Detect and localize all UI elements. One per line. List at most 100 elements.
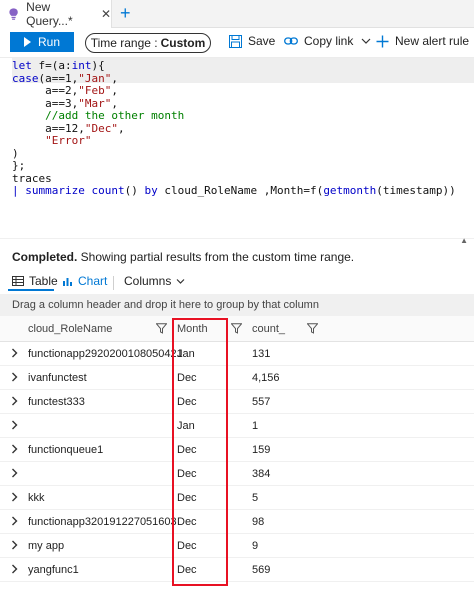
code-line-11: | summarize count() by cloud_RoleName ,M… xyxy=(12,184,456,197)
cell-cloud-rolename: kkk xyxy=(28,492,45,504)
cell-month: Dec xyxy=(177,396,197,408)
run-button[interactable]: Run xyxy=(10,32,74,52)
chevron-down-icon xyxy=(176,278,185,284)
cell-month: Dec xyxy=(177,564,197,576)
cell-count: 5 xyxy=(252,492,259,504)
cell-month: Jan xyxy=(177,348,195,360)
code-line-7: "Error" xyxy=(45,134,92,147)
chevron-right-icon[interactable] xyxy=(11,492,18,502)
cell-month: Dec xyxy=(177,492,197,504)
tab-new-query[interactable]: New Query...* ✕ xyxy=(0,0,112,28)
tab-table[interactable]: Table xyxy=(12,274,58,288)
query-status: Completed. Showing partial results from … xyxy=(12,250,354,264)
query-editor[interactable]: let f=(a:int){ case(a==1,"Jan", a==2,"Fe… xyxy=(0,58,474,228)
tab-label: New Query...* xyxy=(26,0,73,28)
time-range-button[interactable]: Time range : Custom xyxy=(85,33,211,53)
table-row[interactable]: Jan 1 xyxy=(0,414,474,438)
save-icon xyxy=(229,34,242,48)
cell-count: 159 xyxy=(252,444,271,456)
cell-count: 1 xyxy=(252,420,259,432)
cell-cloud-rolename: yangfunc1 xyxy=(28,564,79,576)
table-row[interactable]: my app Dec 9 xyxy=(0,534,474,558)
add-tab-plus-icon[interactable]: + xyxy=(120,4,131,22)
filter-icon[interactable] xyxy=(307,323,318,334)
chevron-right-icon[interactable] xyxy=(11,540,18,550)
column-header-cloud-rolename[interactable]: cloud_RoleName xyxy=(28,316,112,342)
play-icon xyxy=(23,37,31,47)
cell-cloud-rolename: my app xyxy=(28,540,65,552)
table-row[interactable]: yangfunc1 Dec 569 xyxy=(0,558,474,582)
group-by-drop-zone[interactable]: Drag a column header and drop it here to… xyxy=(0,294,474,316)
scroll-up-arrow-icon[interactable]: ▲ xyxy=(460,236,468,245)
cell-month: Dec xyxy=(177,444,197,456)
time-range-value: Custom xyxy=(160,36,206,50)
cell-cloud-rolename: functionapp2920200108050421 xyxy=(28,348,183,360)
cell-month: Dec xyxy=(177,468,197,480)
save-button[interactable]: Save xyxy=(229,34,275,48)
chevron-right-icon[interactable] xyxy=(11,372,18,382)
result-view-tabs: Table Chart Columns xyxy=(0,270,474,294)
link-icon xyxy=(284,37,298,45)
column-header-month[interactable]: Month xyxy=(177,316,208,342)
chevron-right-icon[interactable] xyxy=(11,516,18,526)
table-icon xyxy=(12,276,24,286)
save-label: Save xyxy=(248,34,276,48)
cell-cloud-rolename: functionapp320191227051603 xyxy=(28,516,177,528)
cell-count: 557 xyxy=(252,396,271,408)
copy-link-button[interactable]: Copy link xyxy=(284,34,371,48)
run-label: Run xyxy=(37,35,60,49)
cell-cloud-rolename: functionqueue1 xyxy=(28,444,104,456)
status-bold: Completed. xyxy=(12,250,78,264)
table-row[interactable]: functionapp320191227051603 Dec 98 xyxy=(0,510,474,534)
table-row[interactable]: functest333 Dec 557 xyxy=(0,390,474,414)
table-row[interactable]: functionapp2920200108050421 Jan 131 xyxy=(0,342,474,366)
active-tab-indicator xyxy=(8,289,54,291)
chevron-right-icon[interactable] xyxy=(11,396,18,406)
column-header-count[interactable]: count_ xyxy=(252,316,285,342)
new-alert-rule-button[interactable]: New alert rule xyxy=(376,34,469,48)
status-text: Showing partial results from the custom … xyxy=(77,250,355,264)
table-row[interactable]: ivanfunctest Dec 4,156 xyxy=(0,366,474,390)
close-icon[interactable]: ✕ xyxy=(101,7,111,21)
cell-count: 9 xyxy=(252,540,259,552)
results-divider[interactable] xyxy=(0,238,474,239)
cell-count: 384 xyxy=(252,468,271,480)
chevron-right-icon[interactable] xyxy=(11,468,18,478)
chevron-right-icon[interactable] xyxy=(11,420,18,430)
cell-month: Jan xyxy=(177,420,195,432)
columns-dropdown[interactable]: Columns xyxy=(124,274,185,288)
chevron-right-icon[interactable] xyxy=(11,348,18,358)
table-row[interactable]: functionqueue1 Dec 159 xyxy=(0,438,474,462)
filter-icon[interactable] xyxy=(231,323,242,334)
new-alert-label: New alert rule xyxy=(395,34,470,48)
code-line-9: }; xyxy=(12,159,26,172)
cell-count: 98 xyxy=(252,516,265,528)
results-grid-header: cloud_RoleName Month count_ xyxy=(0,316,474,342)
chart-icon xyxy=(63,277,72,286)
query-toolbar: Run Time range : Custom Save Copy link N… xyxy=(0,28,474,58)
table-row[interactable]: kkk Dec 5 xyxy=(0,486,474,510)
cell-month: Dec xyxy=(177,540,197,552)
columns-label: Columns xyxy=(124,274,172,288)
cell-count: 569 xyxy=(252,564,271,576)
chevron-down-icon[interactable] xyxy=(361,37,371,45)
copy-link-label: Copy link xyxy=(304,34,354,48)
tab-chart-label: Chart xyxy=(78,274,108,288)
view-tabs-divider xyxy=(113,276,114,290)
cell-cloud-rolename: ivanfunctest xyxy=(28,372,87,384)
query-bulb-icon xyxy=(9,8,18,20)
plus-icon xyxy=(376,35,389,47)
query-tab-bar: New Query...* ✕ + xyxy=(0,0,474,28)
tab-chart[interactable]: Chart xyxy=(62,274,107,288)
time-range-label: Time range : xyxy=(90,36,158,50)
table-row[interactable]: Dec 384 xyxy=(0,462,474,486)
chevron-right-icon[interactable] xyxy=(11,444,18,454)
cell-cloud-rolename: functest333 xyxy=(28,396,85,408)
cell-count: 131 xyxy=(252,348,271,360)
cell-month: Dec xyxy=(177,372,197,384)
tab-table-label: Table xyxy=(29,274,58,288)
chevron-right-icon[interactable] xyxy=(11,564,18,574)
filter-icon[interactable] xyxy=(156,323,167,334)
cell-count: 4,156 xyxy=(252,372,280,384)
cell-month: Dec xyxy=(177,516,197,528)
